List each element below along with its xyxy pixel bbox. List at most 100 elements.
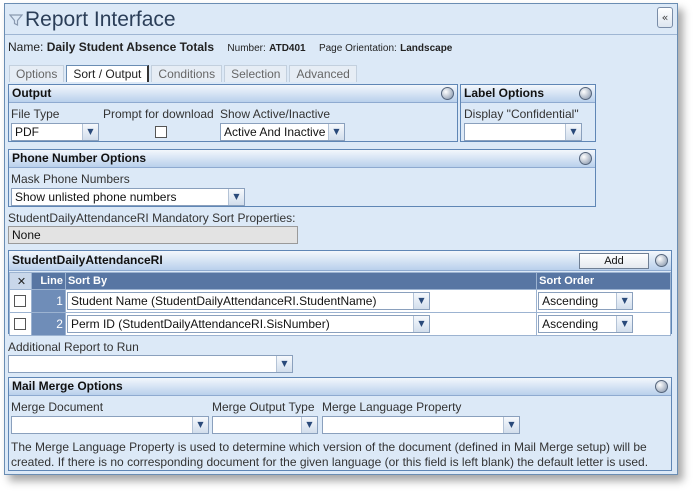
merge-output-type-select[interactable]: ▼ <box>212 416 318 434</box>
label-options-panel: Label Options Display "Confidential" ▼ <box>460 84 596 142</box>
sort-grid-toggle-icon[interactable] <box>655 254 668 267</box>
chevron-down-icon: ▼ <box>412 293 429 309</box>
chevron-down-icon: ▼ <box>503 417 519 433</box>
merge-output-type-label: Merge Output Type <box>212 400 315 414</box>
row-select-cell <box>9 312 32 336</box>
show-active-select[interactable]: Active And Inactive ▼ <box>220 123 345 141</box>
tab-conditions[interactable]: Conditions <box>151 65 223 82</box>
chevron-down-icon: ▼ <box>412 316 429 332</box>
row-select-checkbox[interactable] <box>14 295 26 307</box>
mask-phone-select[interactable]: Show unlisted phone numbers ▼ <box>11 188 245 206</box>
sort-grid-table: ✕ Line Sort By Sort Order 1 Student Name… <box>9 272 671 336</box>
mail-merge-panel: Mail Merge Options Merge Document ▼ Merg… <box>8 377 672 471</box>
chevron-down-icon: ▼ <box>565 124 581 140</box>
sort-grid-header: StudentDailyAttendanceRI <box>9 251 671 271</box>
report-orientation: Landscape <box>400 43 453 54</box>
sort-order-column-header: Sort Order <box>536 272 671 290</box>
tab-bar: Options Sort / Output Conditions Selecti… <box>9 65 359 82</box>
label-options-toggle-icon[interactable] <box>579 87 592 100</box>
name-label: Name: <box>8 40 44 54</box>
mandatory-sort-label: StudentDailyAttendanceRI Mandatory Sort … <box>8 211 296 225</box>
phone-options-toggle-icon[interactable] <box>579 152 592 165</box>
show-active-value: Active And Inactive <box>224 125 326 139</box>
row-select-checkbox[interactable] <box>14 318 26 330</box>
chevron-down-icon: ▼ <box>82 124 98 140</box>
mail-merge-title: Mail Merge Options <box>12 379 123 393</box>
mail-merge-header: Mail Merge Options <box>9 378 671 396</box>
file-type-value: PDF <box>15 125 39 139</box>
mask-phone-label: Mask Phone Numbers <box>11 172 130 186</box>
phone-options-title: Phone Number Options <box>12 151 147 165</box>
file-type-label: File Type <box>11 107 60 121</box>
label-options-header: Label Options <box>461 85 595 103</box>
sort-order-select[interactable]: Ascending ▼ <box>538 315 634 333</box>
line-column-header: Line <box>30 272 66 290</box>
chevron-down-icon: ▼ <box>328 124 344 140</box>
table-row: 1 Student Name (StudentDailyAttendanceRI… <box>9 289 671 313</box>
prompt-download-label: Prompt for download <box>103 107 214 121</box>
output-panel-header: Output <box>9 85 457 103</box>
merge-document-label: Merge Document <box>11 400 104 414</box>
collapse-panel-button[interactable]: « <box>657 7 673 28</box>
merge-language-label: Merge Language Property <box>322 400 462 414</box>
sort-by-column-header: Sort By <box>64 272 538 290</box>
phone-options-panel: Phone Number Options Mask Phone Numbers … <box>8 149 596 207</box>
row-select-cell <box>9 289 32 313</box>
report-name: Daily Student Absence Totals <box>46 40 215 54</box>
sort-grid-panel: StudentDailyAttendanceRI Add ✕ Line Sort… <box>8 250 672 336</box>
sort-order-select[interactable]: Ascending ▼ <box>538 292 634 310</box>
sort-order-cell: Ascending ▼ <box>536 289 671 313</box>
chevron-down-icon: ▼ <box>301 417 317 433</box>
filter-icon <box>9 14 23 26</box>
merge-language-note: The Merge Language Property is used to d… <box>11 440 649 469</box>
sort-by-cell: Perm ID (StudentDailyAttendanceRI.SisNum… <box>64 312 538 336</box>
report-meta: Name: Daily Student Absence Totals Numbe… <box>8 40 452 54</box>
tab-sort-output[interactable]: Sort / Output <box>66 65 150 82</box>
file-type-select[interactable]: PDF ▼ <box>11 123 99 141</box>
line-number: 2 <box>30 312 66 336</box>
line-number: 1 <box>30 289 66 313</box>
merge-language-select[interactable]: ▼ <box>322 416 520 434</box>
delete-icon: ✕ <box>16 274 27 288</box>
mail-merge-toggle-icon[interactable] <box>655 380 668 393</box>
merge-document-select[interactable]: ▼ <box>11 416 209 434</box>
sort-order-value: Ascending <box>542 294 599 308</box>
report-number: ATD401 <box>269 43 306 54</box>
mask-phone-value: Show unlisted phone numbers <box>15 190 177 204</box>
display-confidential-label: Display "Confidential" <box>464 107 579 121</box>
title-divider <box>5 34 677 35</box>
window-title: Report Interface <box>9 8 176 32</box>
sort-by-cell: Student Name (StudentDailyAttendanceRI.S… <box>64 289 538 313</box>
sort-order-value: Ascending <box>542 317 599 331</box>
sort-by-select[interactable]: Student Name (StudentDailyAttendanceRI.S… <box>66 292 430 310</box>
table-row: 2 Perm ID (StudentDailyAttendanceRI.SisN… <box>9 312 671 336</box>
label-options-title: Label Options <box>464 86 545 100</box>
number-label: Number: <box>227 43 266 54</box>
mandatory-sort-value: None <box>8 226 298 244</box>
chevron-down-icon: ▼ <box>276 356 292 372</box>
tab-advanced[interactable]: Advanced <box>289 65 357 82</box>
output-panel-toggle-icon[interactable] <box>441 87 454 100</box>
show-active-label: Show Active/Inactive <box>220 107 331 121</box>
orientation-label: Page Orientation: <box>318 43 397 54</box>
additional-report-label: Additional Report to Run <box>8 340 139 354</box>
chevron-down-icon: ▼ <box>616 293 633 309</box>
sort-by-value: Perm ID (StudentDailyAttendanceRI.SisNum… <box>70 317 330 331</box>
sort-grid-header-row: ✕ Line Sort By Sort Order <box>9 272 671 290</box>
report-interface-window: Report Interface « Name: Daily Student A… <box>4 3 678 475</box>
tab-selection[interactable]: Selection <box>224 65 288 82</box>
sort-by-value: Student Name (StudentDailyAttendanceRI.S… <box>70 294 377 308</box>
display-confidential-select[interactable]: ▼ <box>464 123 582 141</box>
sort-grid-title: StudentDailyAttendanceRI <box>12 253 163 267</box>
add-sort-button[interactable]: Add <box>579 253 649 269</box>
tab-options[interactable]: Options <box>9 65 65 82</box>
additional-report-select[interactable]: ▼ <box>8 355 293 373</box>
sort-by-select[interactable]: Perm ID (StudentDailyAttendanceRI.SisNum… <box>66 315 430 333</box>
prompt-download-checkbox[interactable] <box>155 126 167 138</box>
chevron-down-icon: ▼ <box>228 189 244 205</box>
chevron-down-icon: ▼ <box>616 316 633 332</box>
chevron-down-icon: ▼ <box>192 417 208 433</box>
output-panel-title: Output <box>12 86 52 100</box>
delete-column-header: ✕ <box>9 272 32 290</box>
phone-options-header: Phone Number Options <box>9 150 595 168</box>
